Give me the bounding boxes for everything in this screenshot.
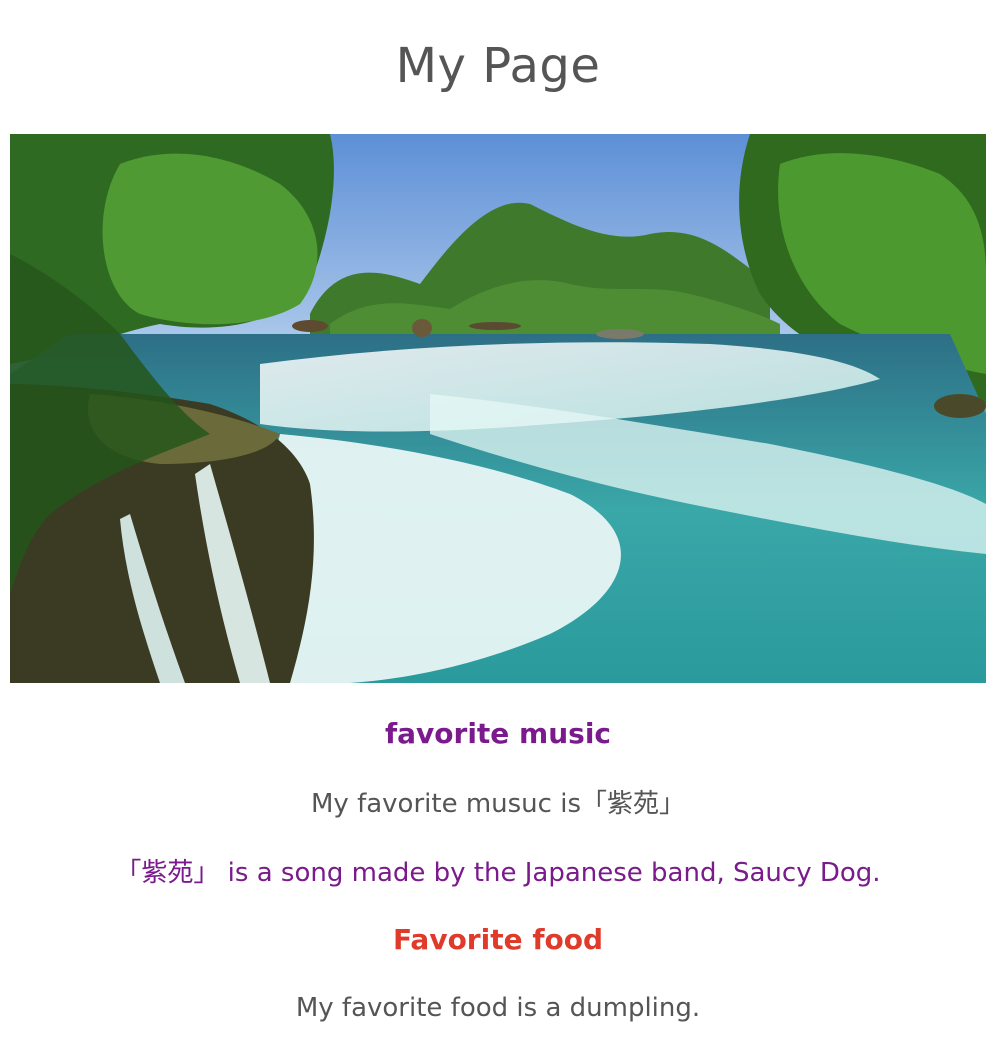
page-title: My Page xyxy=(395,38,601,94)
food-section-heading: Favorite food xyxy=(392,923,604,956)
music-section-line-1: My favorite musuc is「紫苑」 xyxy=(311,789,685,819)
waterfall-photo xyxy=(10,134,986,683)
music-section-heading: favorite music xyxy=(384,717,612,750)
music-section-line-2: 「紫苑」 is a song made by the Japanese band… xyxy=(115,858,881,888)
food-section-line-1: My favorite food is a dumpling. xyxy=(295,993,701,1023)
